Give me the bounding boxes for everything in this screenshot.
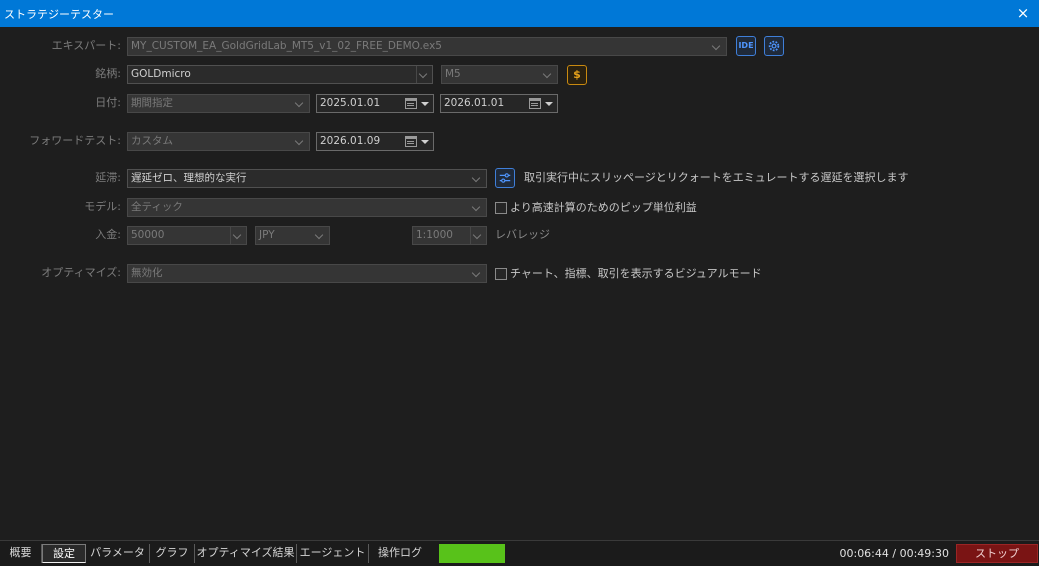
symbol-properties-button[interactable]: $ <box>567 65 587 85</box>
forward-mode-value: カスタム <box>131 135 173 147</box>
tab-overview[interactable]: 概要 <box>0 544 42 563</box>
tab-parameters[interactable]: パラメータ <box>86 544 150 563</box>
chevron-down-icon <box>293 133 307 150</box>
forward-label: フォワードテスト: <box>29 134 121 147</box>
currency-value: JPY <box>259 229 275 241</box>
chevron-down-icon <box>710 38 724 55</box>
sliders-icon <box>499 173 511 183</box>
bottom-tab-bar: 概要 設定 パラメータ グラフ オプティマイズ結果 エージェント 操作ログ 00… <box>0 540 1039 566</box>
forward-mode-select[interactable]: カスタム <box>127 132 310 151</box>
tab-journal[interactable]: 操作ログ <box>369 544 431 563</box>
timeframe-select[interactable]: M5 <box>441 65 558 84</box>
chevron-down-icon <box>416 66 430 83</box>
tab-optimization-results[interactable]: オプティマイズ結果 <box>195 544 297 563</box>
delay-label: 延滞: <box>95 171 121 184</box>
timeframe-value: M5 <box>445 68 461 80</box>
model-value: 全ティック <box>131 201 183 213</box>
visual-mode-label: チャート、指標、取引を表示するビジュアルモード <box>510 267 762 280</box>
currency-select[interactable]: JPY <box>255 226 330 245</box>
pip-profit-checkbox[interactable] <box>495 202 507 214</box>
model-label: モデル: <box>84 200 121 213</box>
expert-value: MY_CUSTOM_EA_GoldGridLab_MT5_v1_02_FREE_… <box>131 40 442 52</box>
progress-bar <box>439 544 505 563</box>
date-to-value: 2026.01.01 <box>444 97 505 109</box>
delay-value: 遅延ゼロ、理想的な実行 <box>131 172 247 184</box>
settings-button[interactable] <box>764 36 784 56</box>
delay-select[interactable]: 遅延ゼロ、理想的な実行 <box>127 169 487 188</box>
expert-label: エキスパート: <box>51 39 121 52</box>
deposit-value: 50000 <box>131 229 165 241</box>
chevron-down-icon <box>541 66 555 83</box>
elapsed-timer: 00:06:44 / 00:49:30 <box>839 547 949 560</box>
symbol-value: GOLDmicro <box>131 68 191 80</box>
leverage-select[interactable]: 1:1000 <box>412 226 487 245</box>
date-mode-value: 期間指定 <box>131 97 173 109</box>
deposit-select[interactable]: 50000 <box>127 226 247 245</box>
date-to-picker[interactable]: 2026.01.01 <box>440 94 558 113</box>
close-icon[interactable]: × <box>1013 3 1033 23</box>
tab-agents[interactable]: エージェント <box>297 544 369 563</box>
caret-down-icon <box>421 102 429 106</box>
calendar-icon <box>405 136 417 147</box>
model-select[interactable]: 全ティック <box>127 198 487 217</box>
tab-graph[interactable]: グラフ <box>150 544 195 563</box>
calendar-icon <box>405 98 417 109</box>
chevron-down-icon <box>293 95 307 112</box>
symbol-select[interactable]: GOLDmicro <box>127 65 433 84</box>
optimize-value: 無効化 <box>131 267 163 279</box>
caret-down-icon <box>421 140 429 144</box>
ide-button[interactable]: IDE <box>736 36 756 56</box>
chevron-down-icon <box>470 199 484 216</box>
date-from-picker[interactable]: 2025.01.01 <box>316 94 434 113</box>
symbol-label: 銘柄: <box>95 67 121 80</box>
forward-date-picker[interactable]: 2026.01.09 <box>316 132 434 151</box>
chevron-down-icon <box>470 265 484 282</box>
optimize-select[interactable]: 無効化 <box>127 264 487 283</box>
chevron-down-icon <box>313 227 327 244</box>
calendar-icon <box>529 98 541 109</box>
leverage-value: 1:1000 <box>416 229 453 241</box>
chevron-down-icon <box>230 227 244 244</box>
tab-settings[interactable]: 設定 <box>42 544 86 563</box>
chevron-down-icon <box>470 227 484 244</box>
stop-button[interactable]: ストップ <box>956 544 1038 563</box>
expert-select[interactable]: MY_CUSTOM_EA_GoldGridLab_MT5_v1_02_FREE_… <box>127 37 727 56</box>
leverage-label: レバレッジ <box>495 228 550 241</box>
date-mode-select[interactable]: 期間指定 <box>127 94 310 113</box>
date-from-value: 2025.01.01 <box>320 97 381 109</box>
caret-down-icon <box>545 102 553 106</box>
chevron-down-icon <box>470 170 484 187</box>
pip-profit-label: より高速計算のためのピップ単位利益 <box>510 201 697 214</box>
forward-date-value: 2026.01.09 <box>320 135 381 147</box>
gear-icon <box>768 40 780 52</box>
deposit-label: 入金: <box>95 228 121 241</box>
delay-settings-button[interactable] <box>495 168 515 188</box>
visual-mode-checkbox[interactable] <box>495 268 507 280</box>
date-label: 日付: <box>95 96 121 109</box>
title-bar: ストラテジーテスター × <box>0 0 1039 27</box>
delay-hint: 取引実行中にスリッページとリクォートをエミュレートする遅延を選択します <box>524 171 909 184</box>
window-title: ストラテジーテスター <box>4 8 114 21</box>
optimize-label: オプティマイズ: <box>41 266 121 279</box>
